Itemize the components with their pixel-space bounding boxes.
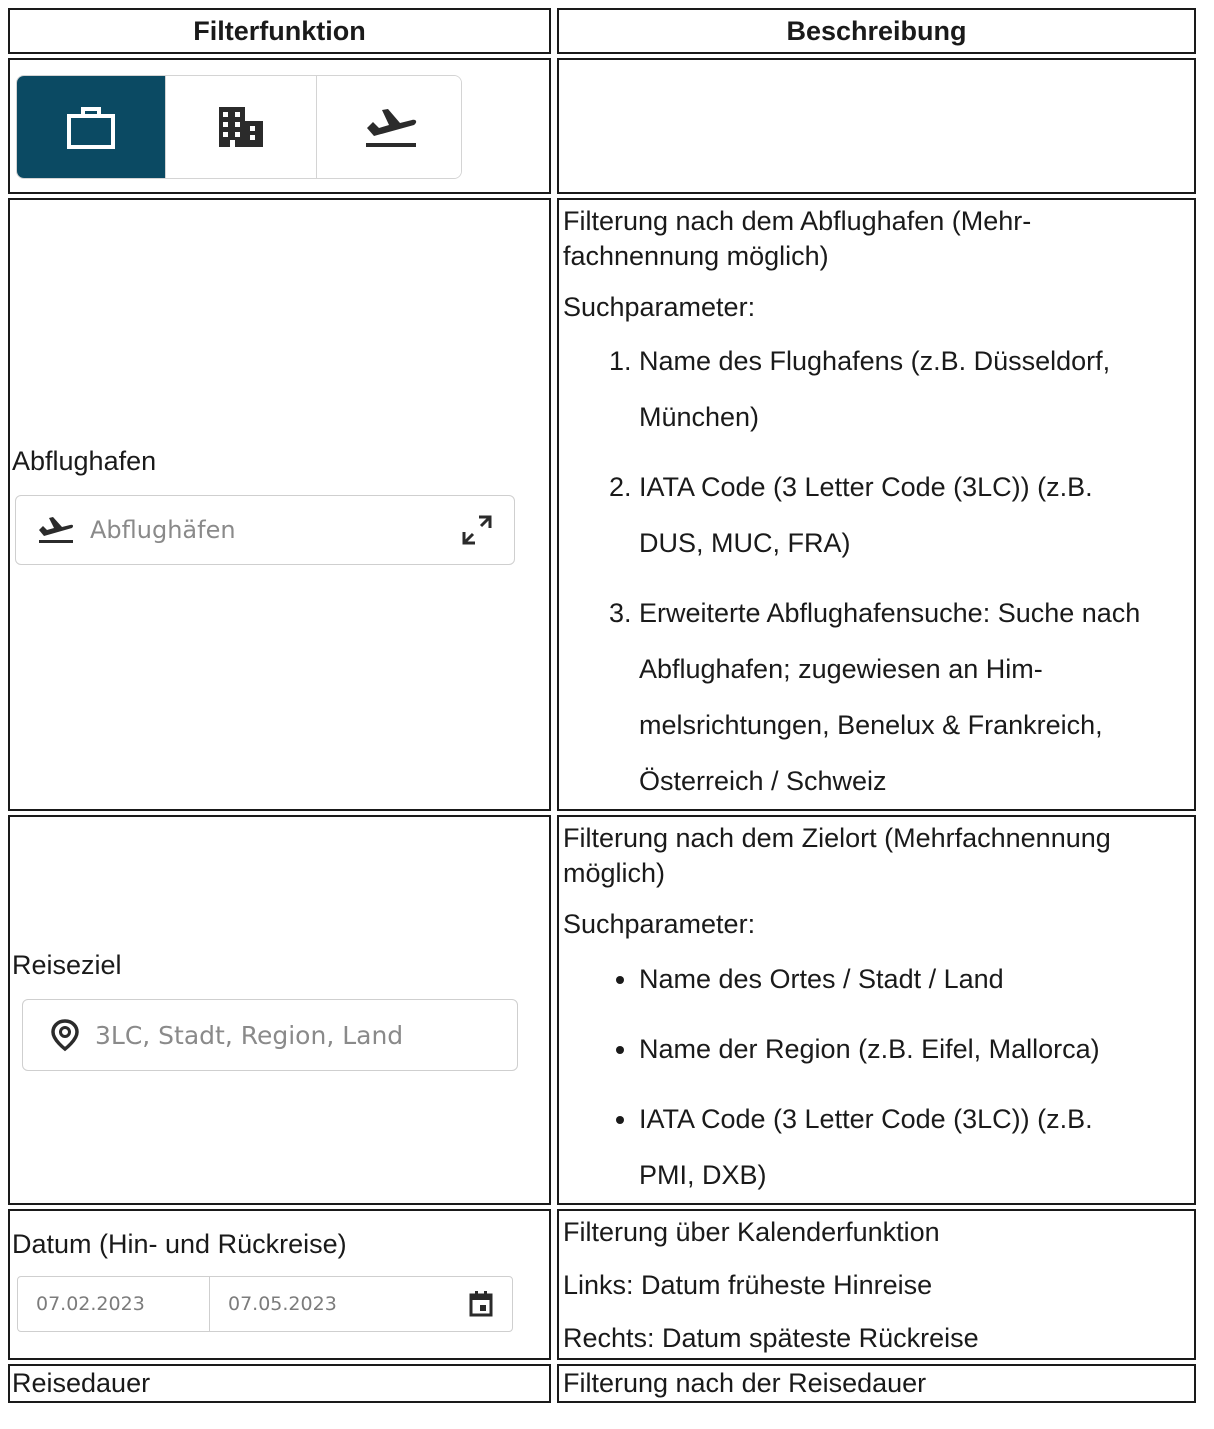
list-item: IATA Code (3 Letter Code (3LC)) (z.B. DU… (639, 459, 1194, 571)
date-from-value: 07.02.2023 (36, 1292, 145, 1315)
datum-desc-3: Rechts: Datum späteste Rückreise (562, 1322, 979, 1353)
row-abflughafen: Abflughafen Abflughäfen Filterung nach d… (8, 198, 1196, 812)
category-tab-group (16, 75, 462, 179)
briefcase-icon (67, 107, 115, 149)
location-pin-icon (51, 1019, 79, 1052)
reiseziel-label: Reiseziel (12, 950, 122, 981)
flight-departure-icon (366, 109, 417, 147)
building-icon (219, 107, 263, 147)
flight-departure-icon (39, 517, 74, 544)
reisedauer-description-cell: Filterung nach der Reisedauer (556, 1363, 1196, 1403)
reiseziel-filter-cell: Reiseziel 3LC, Stadt, Region, Land (8, 815, 551, 1205)
abflughafen-params-label: Suchparameter: (562, 292, 756, 323)
date-range-picker[interactable]: 07.02.2023 07.05.2023 (17, 1275, 513, 1332)
header-row: Filterfunktion Beschreibung (8, 8, 1196, 54)
reiseziel-param-list: Name des Ortes / Stadt / Land Name der R… (559, 951, 1194, 1203)
list-item: Name des Ortes / Stadt / Land (639, 951, 1194, 1007)
list-item: Name der Region (z.B. Eifel, Mallorca) (639, 1021, 1194, 1077)
row-tabs (8, 58, 1196, 194)
row-datum: Datum (Hin- und Rückreise) 07.02.2023 07… (8, 1208, 1196, 1360)
abflughafen-param-list: Name des Flughafens (z.B. Düsseldorf, Mü… (559, 333, 1194, 809)
reiseziel-desc-line1: Filterung nach dem Zielort (Mehrfachnenn… (562, 823, 1111, 854)
tabs-description-cell (556, 58, 1196, 194)
reiseziel-desc-line2: möglich) (562, 858, 665, 889)
calendar-icon[interactable] (468, 1290, 494, 1318)
abflughafen-desc-line1: Filterung nach dem Abflughafen (Mehr- (562, 206, 1032, 236)
tab-package[interactable] (17, 76, 165, 178)
row-reisedauer: Reisedauer Filterung nach der Reisedauer (8, 1363, 1196, 1403)
departure-airport-placeholder: Abflughäfen (90, 516, 236, 545)
date-from-field[interactable]: 07.02.2023 (18, 1276, 210, 1331)
date-to-field[interactable]: 07.05.2023 (210, 1277, 512, 1331)
abflughafen-label: Abflughafen (12, 446, 157, 477)
abflughafen-desc-line2: fachnennung möglich) (562, 241, 829, 272)
list-item: IATA Code (3 Letter Code (3LC)) (z.B. PM… (639, 1091, 1194, 1203)
list-item: Name des Flughafens (z.B. Düsseldorf, Mü… (639, 333, 1194, 445)
destination-placeholder: 3LC, Stadt, Region, Land (95, 1020, 404, 1050)
reiseziel-params-label: Suchparameter: (562, 909, 756, 940)
reisedauer-desc: Filterung nach der Reisedauer (562, 1367, 927, 1398)
datum-desc-1: Filterung über Kalenderfunktion (562, 1216, 940, 1247)
departure-airport-input[interactable]: Abflughäfen (15, 495, 515, 566)
reisedauer-label: Reisedauer (12, 1367, 151, 1398)
abflughafen-description-cell: Filterung nach dem Abflughafen (Mehr- fa… (556, 198, 1196, 812)
reisedauer-filter-cell: Reisedauer (8, 1363, 551, 1403)
datum-description-cell: Filterung über Kalenderfunktion Links: D… (556, 1208, 1196, 1360)
tabs-cell (8, 58, 551, 194)
expand-icon[interactable] (460, 513, 494, 547)
reiseziel-description-cell: Filterung nach dem Zielort (Mehrfachnenn… (556, 815, 1196, 1205)
abflughafen-filter-cell: Abflughafen Abflughäfen (8, 198, 551, 812)
datum-filter-cell: Datum (Hin- und Rückreise) 07.02.2023 07… (8, 1208, 551, 1360)
row-reiseziel: Reiseziel 3LC, Stadt, Region, Land Filte… (8, 815, 1196, 1205)
datum-label: Datum (Hin- und Rückreise) (12, 1228, 347, 1259)
filter-table: Filterfunktion Beschreibung Abflughafen … (2, 4, 1202, 1407)
date-to-value: 07.05.2023 (228, 1292, 337, 1315)
tab-flight[interactable] (316, 76, 461, 178)
destination-input[interactable]: 3LC, Stadt, Region, Land (22, 999, 518, 1072)
tab-hotel[interactable] (165, 76, 316, 178)
datum-desc-2: Links: Datum früheste Hinreise (562, 1269, 933, 1300)
list-item: Erweiterte Abflughafensuche: Suche nach … (639, 585, 1194, 809)
header-filterfunktion: Filterfunktion (8, 8, 551, 54)
header-beschreibung: Beschreibung (556, 8, 1196, 54)
